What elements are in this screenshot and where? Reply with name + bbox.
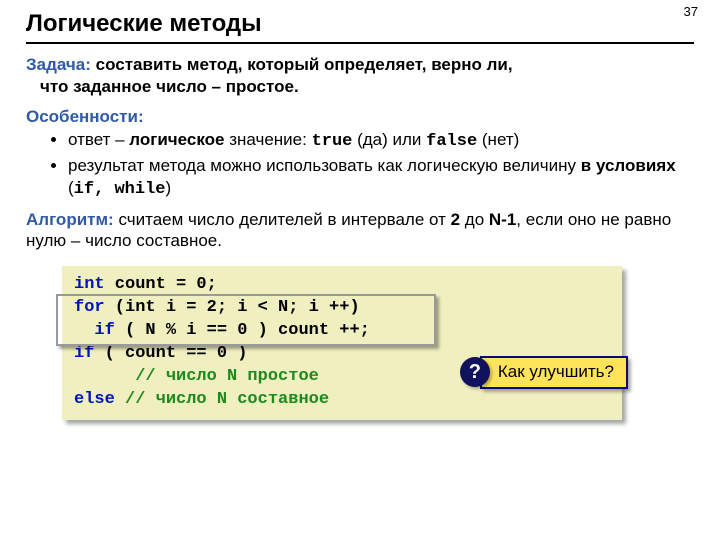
text: считаем число делителей в интервале от: [114, 210, 451, 229]
slide-title: Логические методы: [26, 10, 694, 38]
indent: [74, 367, 135, 386]
task-section: Задача: составить метод, который определ…: [26, 54, 694, 98]
keyword-else: else: [74, 390, 115, 409]
text: значение:: [224, 130, 311, 149]
code-text: (int i = 2; i < N; i ++): [105, 298, 360, 317]
task-text-1: составить метод, который определяет, вер…: [91, 55, 513, 74]
features-list: ответ – логическое значение: true (да) и…: [26, 129, 694, 200]
text: (да) или: [352, 130, 426, 149]
features-label: Особенности:: [26, 107, 144, 126]
text: результат метода можно использовать как …: [68, 156, 581, 175]
n-1: N-1: [489, 210, 516, 229]
code-line: int count = 0;: [74, 274, 610, 297]
callout: ? Как улучшить?: [460, 356, 628, 389]
keyword-if: if: [94, 321, 114, 340]
space: [115, 390, 125, 409]
code-true: true: [312, 132, 353, 151]
task-label: Задача:: [26, 55, 91, 74]
text-bold: в условиях: [581, 156, 676, 175]
algorithm-label: Алгоритм:: [26, 210, 114, 229]
two: 2: [451, 210, 460, 229]
algorithm-section: Алгоритм: считаем число делителей в инте…: [26, 209, 694, 253]
page-number: 37: [684, 4, 698, 19]
keyword-for: for: [74, 298, 105, 317]
code-line: for (int i = 2; i < N; i ++): [74, 297, 610, 320]
code-line: if ( N % i == 0 ) count ++;: [74, 320, 610, 343]
task-text-2: что заданное число – простое.: [26, 76, 694, 98]
code-false: false: [426, 132, 477, 151]
text-bold: логическое: [129, 130, 224, 149]
text: ): [166, 178, 172, 197]
code-line: else // число N составное: [74, 389, 610, 412]
code-block: int count = 0; for (int i = 2; i < N; i …: [62, 266, 622, 420]
keyword-if: if: [74, 344, 94, 363]
title-rule: [26, 42, 694, 44]
list-item: ответ – логическое значение: true (да) и…: [68, 129, 694, 153]
text: (нет): [477, 130, 519, 149]
text: до: [460, 210, 489, 229]
code-text: count = 0;: [105, 275, 217, 294]
list-item: результат метода можно использовать как …: [68, 155, 694, 201]
features-section: Особенности: ответ – логическое значение…: [26, 106, 694, 201]
comment: // число N составное: [125, 390, 329, 409]
code-text: ( count == 0 ): [94, 344, 247, 363]
keyword-int: int: [74, 275, 105, 294]
text: ответ –: [68, 130, 129, 149]
callout-text: Как улучшить?: [480, 356, 628, 389]
code-if-while: if, while: [74, 180, 166, 199]
code-text: ( N % i == 0 ) count ++;: [115, 321, 370, 340]
comment: // число N простое: [135, 367, 319, 386]
indent: [74, 321, 94, 340]
